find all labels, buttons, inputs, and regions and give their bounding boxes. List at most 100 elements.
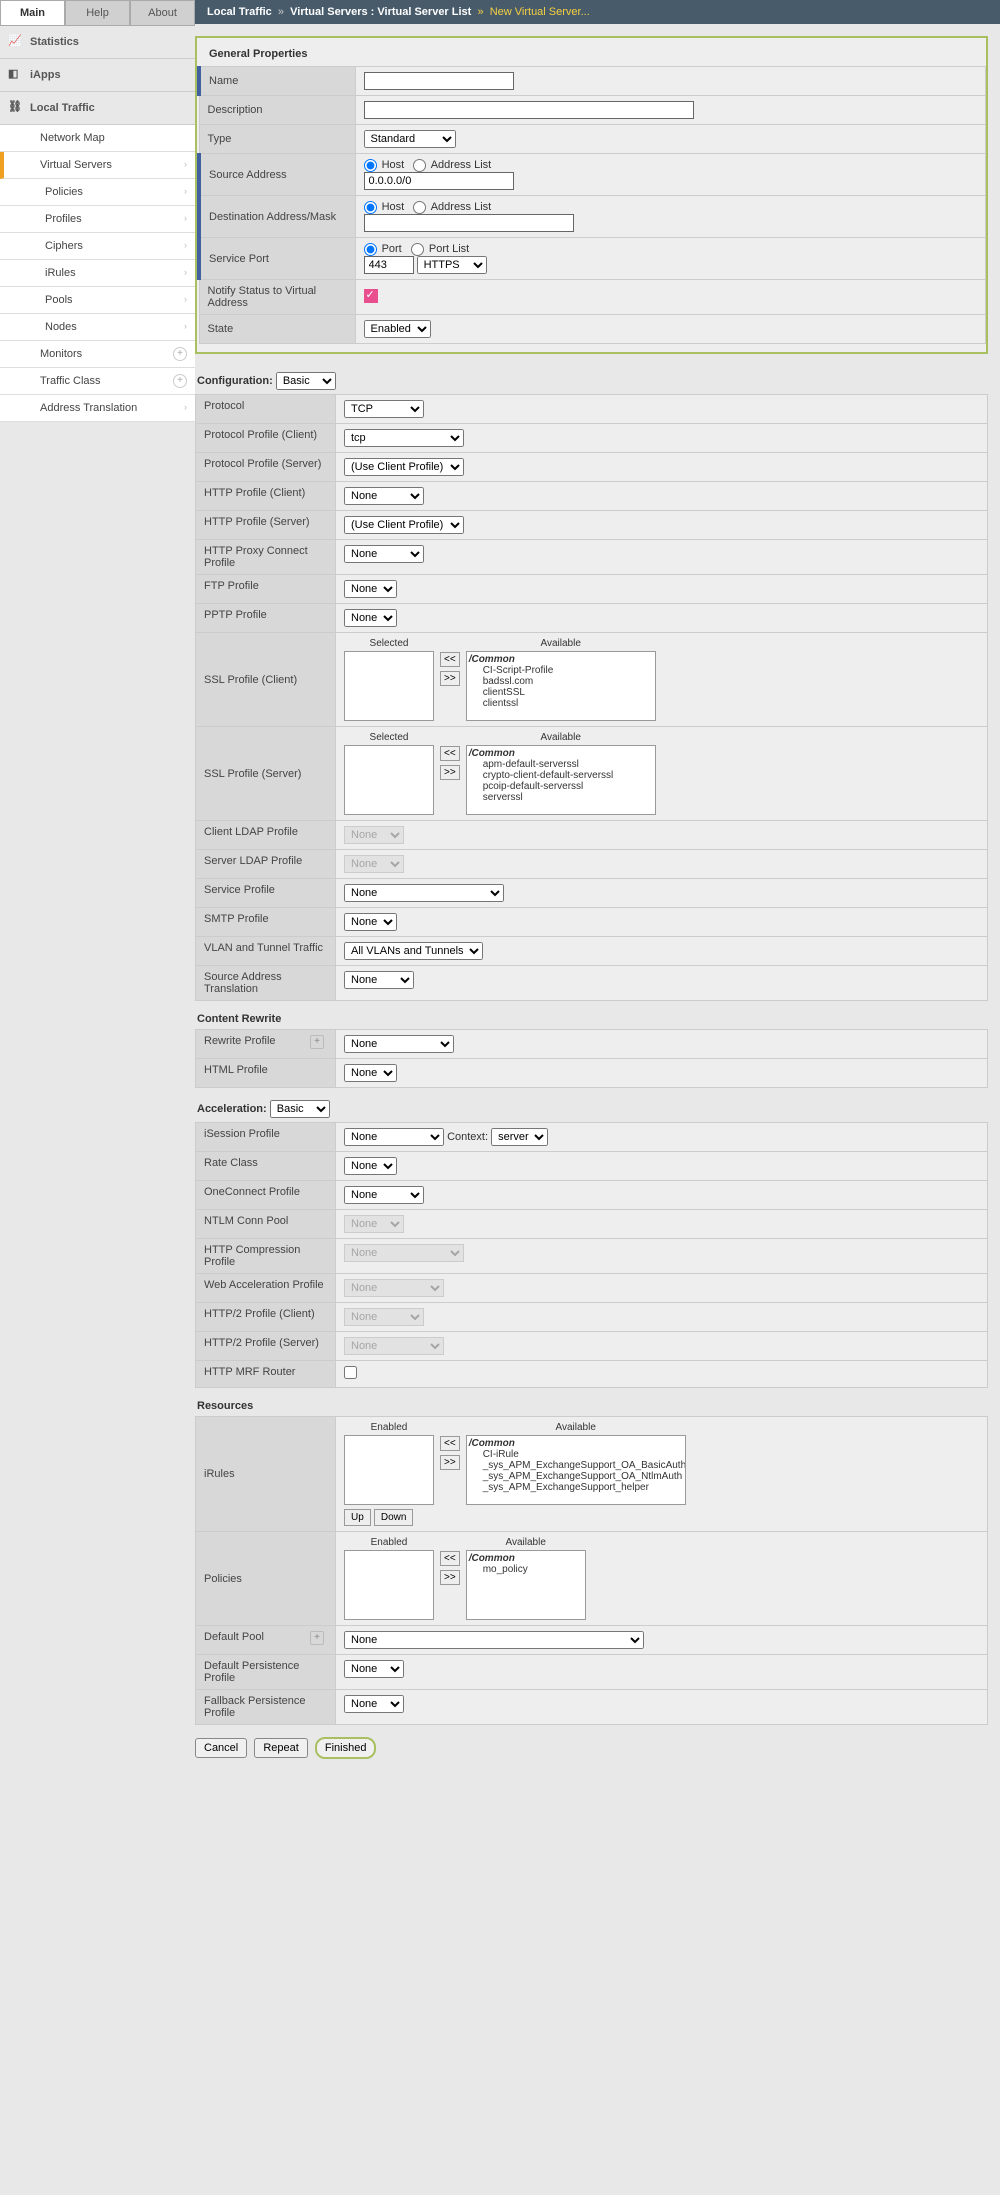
cancel-button[interactable]: Cancel <box>195 1738 247 1758</box>
label-state: State <box>199 315 355 344</box>
repeat-button[interactable]: Repeat <box>254 1738 307 1758</box>
port-input[interactable] <box>364 256 414 274</box>
accel-header: Acceleration: Basic <box>195 1092 988 1122</box>
nav-virtual-servers[interactable]: Virtual Servers› <box>0 152 195 179</box>
sslc-move-left[interactable]: << <box>440 652 460 667</box>
config-header: Configuration: Basic <box>195 364 988 394</box>
src-addrlist-radio[interactable]: Address List <box>413 159 491 171</box>
nav-network-map[interactable]: Network Map <box>0 125 195 152</box>
ftp-select[interactable]: None <box>344 580 397 598</box>
tab-help[interactable]: Help <box>65 0 130 26</box>
rewrite-select[interactable]: None <box>344 1035 454 1053</box>
html-select[interactable]: None <box>344 1064 397 1082</box>
port-radio[interactable]: Port <box>364 243 402 255</box>
pps-select[interactable]: (Use Client Profile) <box>344 458 464 476</box>
sat-select[interactable]: None <box>344 971 414 989</box>
ssls-selected-list[interactable] <box>344 745 434 815</box>
ppc-select[interactable]: tcp <box>344 429 464 447</box>
breadcrumb-b[interactable]: Virtual Servers : Virtual Server List <box>290 6 471 18</box>
breadcrumb-a[interactable]: Local Traffic <box>207 6 272 18</box>
nav-irules[interactable]: iRules› <box>0 260 195 287</box>
tab-about[interactable]: About <box>130 0 195 26</box>
port-service-select[interactable]: HTTPS <box>417 256 487 274</box>
rewrite-add-icon[interactable]: + <box>310 1035 324 1049</box>
plus-icon[interactable]: + <box>173 347 187 361</box>
state-select[interactable]: Enabled <box>364 320 431 338</box>
ssls-move-left[interactable]: << <box>440 746 460 761</box>
policies-move-left[interactable]: << <box>440 1551 460 1566</box>
sslc-available-list[interactable]: /Common CI-Script-Profile badssl.com cli… <box>466 651 656 721</box>
cldap-select: None <box>344 826 404 844</box>
ssls-available-list[interactable]: /Common apm-default-serverssl crypto-cli… <box>466 745 656 815</box>
description-input[interactable] <box>364 101 694 119</box>
nav-statistics[interactable]: 📈 Statistics <box>0 26 195 59</box>
irules-down-btn[interactable]: Down <box>374 1509 414 1526</box>
chevron-right-icon: › <box>184 294 187 304</box>
irules-enabled-list[interactable] <box>344 1435 434 1505</box>
irules-up-btn[interactable]: Up <box>344 1509 371 1526</box>
sslc-move-right[interactable]: >> <box>440 671 460 686</box>
dpp-select[interactable]: None <box>344 1660 404 1678</box>
config-level-select[interactable]: Basic <box>276 372 336 390</box>
dpool-select[interactable]: None <box>344 1631 644 1649</box>
nav-traffic-class[interactable]: Traffic Class+ <box>0 368 195 395</box>
protocol-select[interactable]: TCP <box>344 400 424 418</box>
irules-move-right[interactable]: >> <box>440 1455 460 1470</box>
nav-addr-translation[interactable]: Address Translation› <box>0 395 195 422</box>
lbl-isess: iSession Profile <box>196 1123 336 1152</box>
nav-local-traffic[interactable]: ⛓ Local Traffic <box>0 92 195 125</box>
src-address-input[interactable] <box>364 172 514 190</box>
tab-main[interactable]: Main <box>0 0 65 26</box>
name-input[interactable] <box>364 72 514 90</box>
accel-level-select[interactable]: Basic <box>270 1100 330 1118</box>
rate-select[interactable]: None <box>344 1157 397 1175</box>
sslc-selected-list[interactable] <box>344 651 434 721</box>
nav-nodes[interactable]: Nodes› <box>0 314 195 341</box>
isess-ctx-select[interactable]: server <box>491 1128 548 1146</box>
type-select[interactable]: Standard <box>364 130 456 148</box>
ssls-move-right[interactable]: >> <box>440 765 460 780</box>
plus-icon[interactable]: + <box>173 374 187 388</box>
lbl-smtp: SMTP Profile <box>196 908 336 937</box>
notify-checkbox[interactable] <box>364 289 378 303</box>
lbl-h2s: HTTP/2 Profile (Server) <box>196 1332 336 1361</box>
policies-move-right[interactable]: >> <box>440 1570 460 1585</box>
ssls-dual-list: Selected <<>> Available /Common apm-defa… <box>344 732 979 815</box>
svc-select[interactable]: None <box>344 884 504 902</box>
finished-button[interactable]: Finished <box>315 1737 377 1759</box>
smtp-select[interactable]: None <box>344 913 397 931</box>
hpx-select[interactable]: None <box>344 545 424 563</box>
nav-policies[interactable]: Policies› <box>0 179 195 206</box>
fpp-select[interactable]: None <box>344 1695 404 1713</box>
wacc-select: None <box>344 1279 444 1297</box>
sidebar-tabs: Main Help About <box>0 0 195 26</box>
dst-address-input[interactable] <box>364 214 574 232</box>
chevron-right-icon: › <box>184 159 187 169</box>
portlist-radio[interactable]: Port List <box>411 243 469 255</box>
lbl-sldap: Server LDAP Profile <box>196 850 336 879</box>
irules-available-list[interactable]: /Common CI-iRule _sys_APM_ExchangeSuppor… <box>466 1435 686 1505</box>
pptp-select[interactable]: None <box>344 609 397 627</box>
nav-monitors[interactable]: Monitors+ <box>0 341 195 368</box>
isess-select[interactable]: None <box>344 1128 444 1146</box>
lbl-ppc: Protocol Profile (Client) <box>196 424 336 453</box>
lbl-vlan: VLAN and Tunnel Traffic <box>196 937 336 966</box>
hps-select[interactable]: (Use Client Profile) <box>344 516 464 534</box>
lbl-html: HTML Profile <box>196 1059 336 1088</box>
dpool-add-icon[interactable]: + <box>310 1631 324 1645</box>
lbl-irules: iRules <box>196 1417 336 1532</box>
src-host-radio[interactable]: Host <box>364 159 405 171</box>
dst-addrlist-radio[interactable]: Address List <box>413 201 491 213</box>
nav-iapps[interactable]: ◧ iApps <box>0 59 195 92</box>
nav-pools[interactable]: Pools› <box>0 287 195 314</box>
vlan-select[interactable]: All VLANs and Tunnels <box>344 942 483 960</box>
policies-enabled-list[interactable] <box>344 1550 434 1620</box>
hpc-select[interactable]: None <box>344 487 424 505</box>
onec-select[interactable]: None <box>344 1186 424 1204</box>
nav-profiles[interactable]: Profiles› <box>0 206 195 233</box>
irules-move-left[interactable]: << <box>440 1436 460 1451</box>
dst-host-radio[interactable]: Host <box>364 201 405 213</box>
mrf-checkbox[interactable] <box>344 1366 357 1379</box>
nav-ciphers[interactable]: Ciphers› <box>0 233 195 260</box>
policies-available-list[interactable]: /Common mo_policy <box>466 1550 586 1620</box>
